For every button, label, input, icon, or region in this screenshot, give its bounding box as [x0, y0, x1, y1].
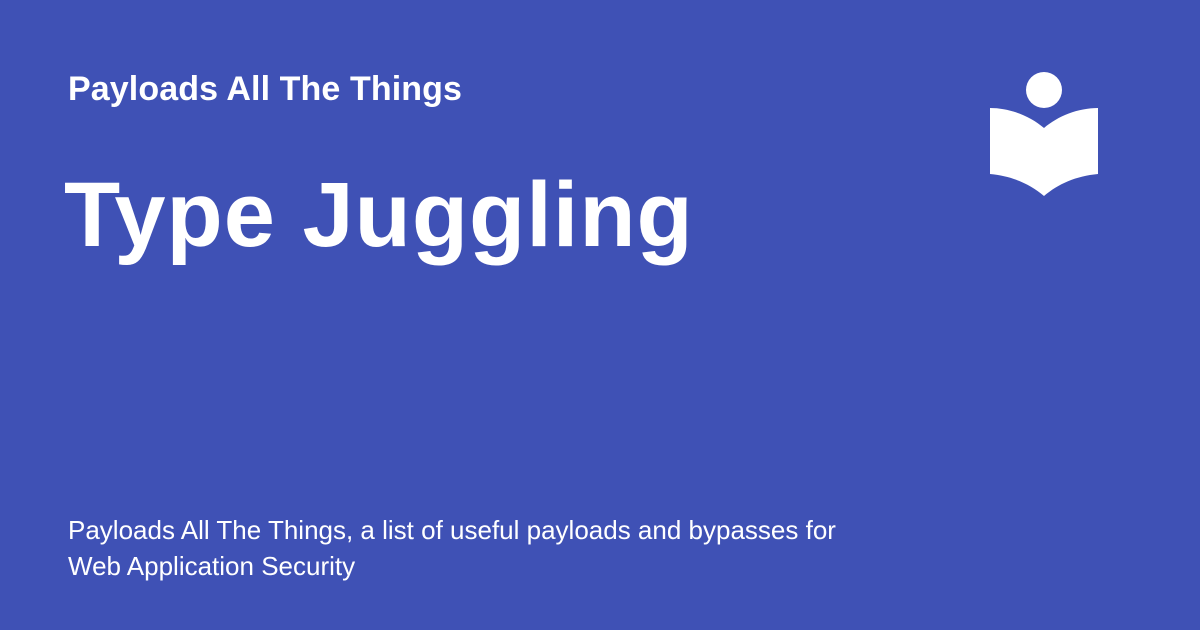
page-title: Type Juggling — [64, 164, 694, 266]
description-line-2: Web Application Security — [68, 551, 356, 581]
social-card: Payloads All The Things Type Juggling Pa… — [0, 0, 1200, 630]
reader-book-icon — [990, 72, 1098, 196]
page-description: Payloads All The Things, a list of usefu… — [68, 512, 928, 584]
description-line-1: Payloads All The Things, a list of usefu… — [68, 515, 836, 545]
site-name: Payloads All The Things — [68, 70, 462, 108]
